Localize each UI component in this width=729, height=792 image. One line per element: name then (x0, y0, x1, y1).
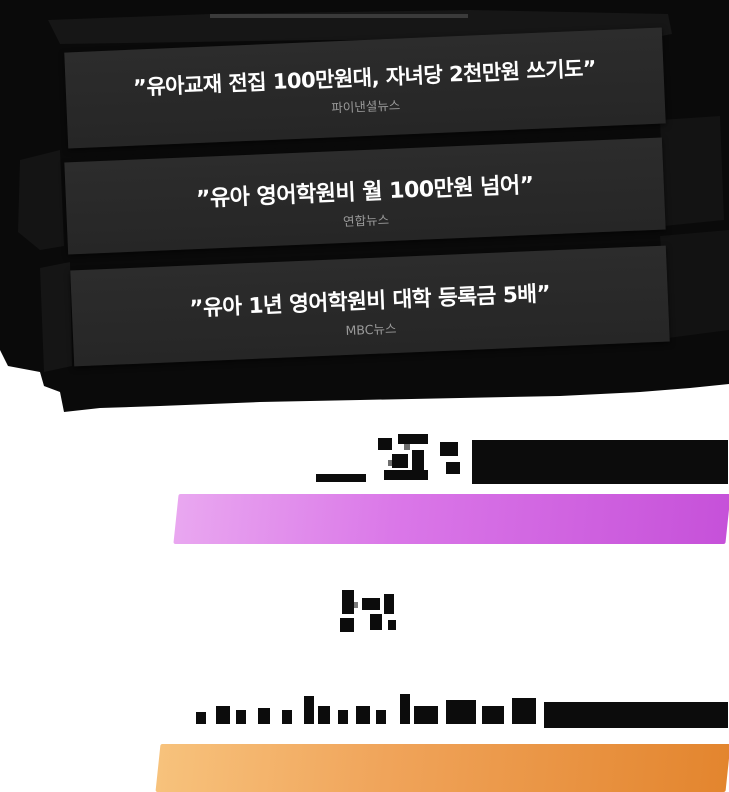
violet-highlight-bar (173, 494, 729, 544)
pixelated-text-row-3 (196, 694, 728, 728)
page: ”유아교재 전집 100만원대, 자녀당 2천만원 쓰기도” 파이낸셜뉴스 ”유… (0, 0, 729, 792)
pixelated-text-row-1 (316, 434, 728, 484)
orange-highlight-bar (155, 744, 729, 792)
pixelated-text-row-2 (340, 590, 396, 632)
